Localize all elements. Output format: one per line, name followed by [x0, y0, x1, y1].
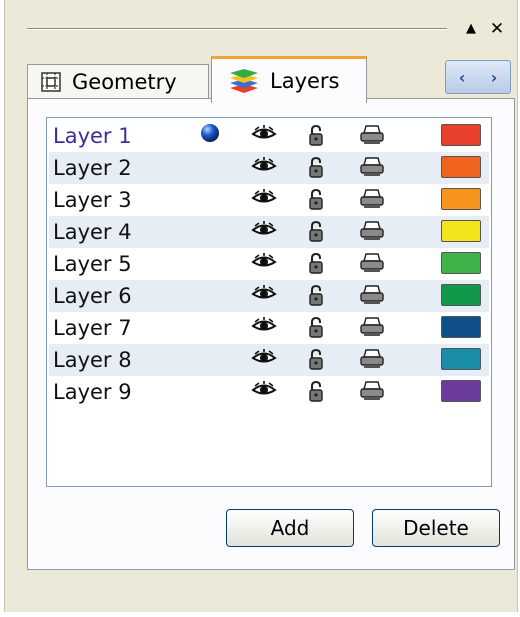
layer-row[interactable]: Layer 1 — [49, 120, 489, 152]
printer-icon[interactable] — [359, 284, 385, 310]
layer-color-swatch[interactable] — [441, 156, 481, 178]
unlock-icon[interactable] — [307, 124, 329, 152]
layer-name[interactable]: Layer 7 — [53, 313, 132, 343]
unlock-icon[interactable] — [307, 252, 329, 280]
layer-name[interactable]: Layer 5 — [53, 249, 132, 279]
layer-row[interactable]: Layer 9 — [49, 376, 489, 408]
printer-icon[interactable] — [359, 316, 385, 342]
layer-name[interactable]: Layer 2 — [53, 153, 132, 183]
tab-layers[interactable]: Layers — [211, 56, 367, 103]
layer-color-swatch[interactable] — [441, 252, 481, 274]
printer-icon[interactable] — [359, 220, 385, 246]
layer-list[interactable]: Layer 1 Layer 2 Layer 3 Layer 4 Layer 5 Layer… — [46, 117, 492, 487]
printer-icon[interactable] — [359, 124, 385, 150]
layer-row[interactable]: Layer 8 — [49, 344, 489, 376]
unlock-icon[interactable] — [307, 220, 329, 248]
printer-icon[interactable] — [359, 156, 385, 182]
tab-geometry[interactable]: Geometry — [27, 64, 209, 99]
pin-icon[interactable]: ▲ — [461, 18, 481, 40]
printer-icon[interactable] — [359, 348, 385, 374]
layer-color-swatch[interactable] — [441, 188, 481, 210]
tab-layers-label: Layers — [270, 69, 340, 93]
geometry-grid-icon — [41, 72, 61, 92]
eye-icon[interactable] — [251, 252, 277, 278]
unlock-icon[interactable] — [307, 156, 329, 184]
eye-icon[interactable] — [251, 284, 277, 310]
eye-icon[interactable] — [251, 348, 277, 374]
chevron-right-icon[interactable]: › — [491, 68, 498, 87]
printer-icon[interactable] — [359, 188, 385, 214]
layers-stack-icon — [230, 69, 258, 93]
layer-color-swatch[interactable] — [441, 124, 481, 146]
layer-name[interactable]: Layer 4 — [53, 217, 132, 247]
layer-name[interactable]: Layer 1 — [53, 121, 132, 151]
tab-scroll-control: ‹ › — [445, 60, 511, 94]
eye-icon[interactable] — [251, 188, 277, 214]
current-layer-icon — [199, 122, 221, 148]
layer-color-swatch[interactable] — [441, 284, 481, 306]
delete-layer-button[interactable]: Delete — [372, 509, 500, 547]
unlock-icon[interactable] — [307, 188, 329, 216]
layer-color-swatch[interactable] — [441, 316, 481, 338]
layer-row[interactable]: Layer 7 — [49, 312, 489, 344]
layer-row[interactable]: Layer 3 — [49, 184, 489, 216]
layer-color-swatch[interactable] — [441, 220, 481, 242]
layer-name[interactable]: Layer 9 — [53, 377, 132, 407]
layer-row[interactable]: Layer 2 — [49, 152, 489, 184]
close-icon[interactable]: ✕ — [487, 18, 507, 40]
eye-icon[interactable] — [251, 124, 277, 150]
unlock-icon[interactable] — [307, 348, 329, 376]
layer-name[interactable]: Layer 3 — [53, 185, 132, 215]
add-layer-button[interactable]: Add — [226, 509, 354, 547]
layer-row[interactable]: Layer 4 — [49, 216, 489, 248]
unlock-icon[interactable] — [307, 380, 329, 408]
layer-color-swatch[interactable] — [441, 348, 481, 370]
layer-row[interactable]: Layer 6 — [49, 280, 489, 312]
chevron-left-icon[interactable]: ‹ — [459, 68, 466, 87]
layers-panel: ▲ ✕ Geometry Layers ‹ › Layer 1 Layer 2 La… — [4, 0, 518, 612]
panel-grip[interactable] — [27, 28, 447, 30]
eye-icon[interactable] — [251, 316, 277, 342]
unlock-icon[interactable] — [307, 284, 329, 312]
printer-icon[interactable] — [359, 252, 385, 278]
unlock-icon[interactable] — [307, 316, 329, 344]
eye-icon[interactable] — [251, 220, 277, 246]
layers-tab-content: Layer 1 Layer 2 Layer 3 Layer 4 Layer 5 Layer… — [27, 98, 515, 570]
layer-color-swatch[interactable] — [441, 380, 481, 402]
layer-name[interactable]: Layer 8 — [53, 345, 132, 375]
tab-geometry-label: Geometry — [72, 70, 177, 94]
layer-name[interactable]: Layer 6 — [53, 281, 132, 311]
eye-icon[interactable] — [251, 380, 277, 406]
eye-icon[interactable] — [251, 156, 277, 182]
printer-icon[interactable] — [359, 380, 385, 406]
layer-row[interactable]: Layer 5 — [49, 248, 489, 280]
